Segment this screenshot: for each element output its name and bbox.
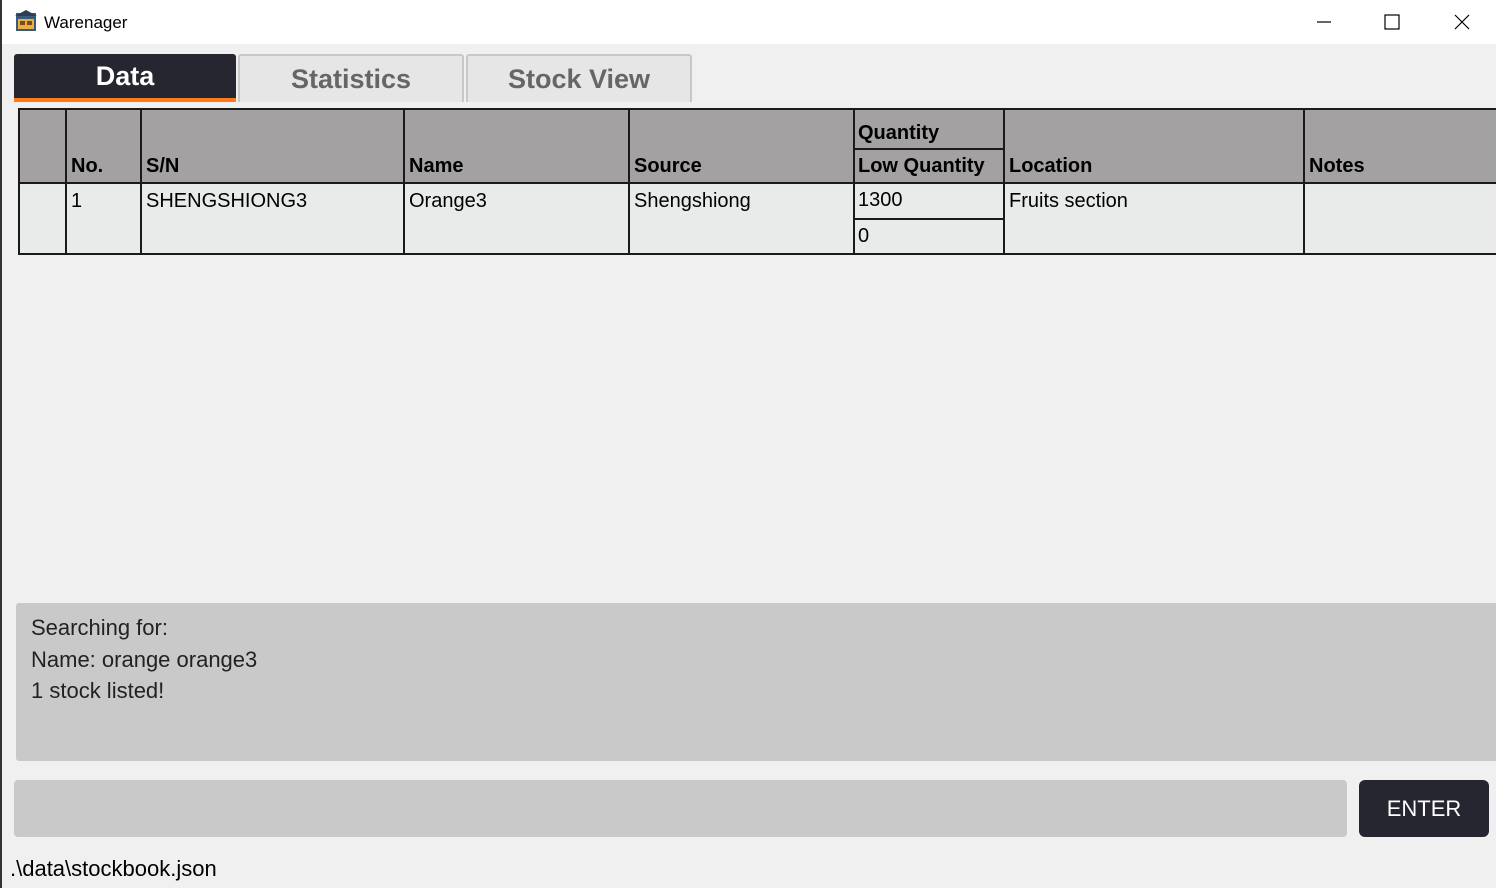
close-icon xyxy=(1454,14,1470,30)
storage-file-path: .\data\stockbook.json xyxy=(10,856,217,881)
minimize-button[interactable] xyxy=(1290,0,1358,44)
column-header-notes[interactable]: Notes xyxy=(1303,108,1496,184)
column-header-location[interactable]: Location xyxy=(1003,108,1305,184)
command-input[interactable] xyxy=(14,780,1347,837)
table-cell-low-quantity[interactable]: 0 xyxy=(855,220,1003,253)
result-display: Searching for: Name: orange orange3 1 st… xyxy=(16,603,1496,761)
column-header-quantity-group: Quantity Low Quantity xyxy=(853,108,1005,184)
tab-statistics[interactable]: Statistics xyxy=(238,54,464,102)
cell-value: 0 xyxy=(858,225,870,247)
maximize-button[interactable] xyxy=(1358,0,1426,44)
column-header-label: Quantity xyxy=(858,122,940,144)
column-header-label: Location xyxy=(1009,155,1093,177)
tab-stock-view[interactable]: Stock View xyxy=(466,54,692,102)
column-header-label: Notes xyxy=(1309,155,1365,177)
cell-value: 1 xyxy=(71,190,83,212)
cell-value: Fruits section xyxy=(1009,190,1128,212)
tab-data[interactable]: Data xyxy=(14,54,236,102)
row-select-cell[interactable] xyxy=(18,184,67,255)
cell-value: SHENGSHIONG3 xyxy=(146,190,308,212)
title-bar: Warenager xyxy=(2,0,1496,44)
cell-value: Orange3 xyxy=(409,190,487,212)
table-cell-quantity[interactable]: 1300 xyxy=(855,184,1003,220)
column-header-name[interactable]: Name xyxy=(403,108,630,184)
column-header-label: Low Quantity xyxy=(858,155,985,177)
column-header-no[interactable]: No. xyxy=(65,108,142,184)
warehouse-icon xyxy=(15,10,37,31)
table-cell-location[interactable]: Fruits section xyxy=(1003,184,1305,255)
app-window: Warenager Data Statistics Stock View No. xyxy=(0,0,1496,888)
row-select-header xyxy=(18,108,67,184)
column-header-label: S/N xyxy=(146,155,180,177)
close-button[interactable] xyxy=(1428,0,1496,44)
cell-value: Shengshiong xyxy=(634,190,751,212)
table-cell-name[interactable]: Orange3 xyxy=(403,184,630,255)
table-cell-notes[interactable] xyxy=(1303,184,1496,255)
maximize-icon xyxy=(1384,14,1400,30)
stock-table: No. S/N Name Source Quantity Low Quantit… xyxy=(18,108,1496,256)
window-title: Warenager xyxy=(44,13,128,32)
column-header-label: Source xyxy=(634,155,702,177)
table-cell-sn[interactable]: SHENGSHIONG3 xyxy=(140,184,405,255)
column-header-label: Name xyxy=(409,155,464,177)
column-header-sn[interactable]: S/N xyxy=(140,108,405,184)
table-cell-source[interactable]: Shengshiong xyxy=(628,184,855,255)
column-header-label: No. xyxy=(71,155,104,177)
column-header-source[interactable]: Source xyxy=(628,108,855,184)
result-line: Name: orange orange3 xyxy=(31,647,258,672)
cell-value: 1300 xyxy=(858,189,903,211)
enter-button[interactable]: ENTER xyxy=(1359,780,1489,837)
table-cell-quantity-group: 1300 0 xyxy=(853,184,1005,255)
result-line: Searching for: xyxy=(31,615,168,640)
table-cell-no[interactable]: 1 xyxy=(65,184,142,255)
column-header-quantity[interactable]: Quantity xyxy=(855,110,1003,150)
result-line: 1 stock listed! xyxy=(31,678,165,703)
minimize-icon xyxy=(1317,21,1331,23)
